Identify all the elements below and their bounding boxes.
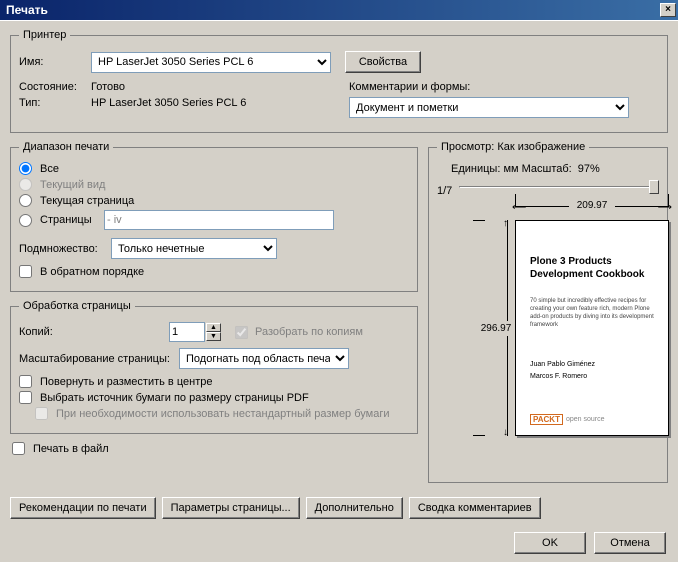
range-pages-radio[interactable] — [19, 214, 32, 227]
preview-units-label: Единицы: мм Масштаб: — [451, 163, 572, 175]
subset-label: Подмножество: — [19, 243, 111, 255]
cancel-button[interactable]: Отмена — [594, 532, 666, 554]
reverse-order-label: В обратном порядке — [40, 266, 144, 278]
preview-slider-track[interactable] — [459, 186, 659, 188]
close-icon[interactable]: × — [660, 3, 676, 17]
preview-legend: Просмотр: Как изображение — [437, 141, 589, 153]
printing-tips-button[interactable]: Рекомендации по печати — [10, 497, 156, 519]
comments-forms-label: Комментарии и формы: — [349, 81, 470, 93]
custom-paper-label: При необходимости использовать нестандар… — [56, 408, 390, 420]
preview-page: Plone 3 Products Development Cookbook 70… — [515, 220, 669, 436]
type-value: HP LaserJet 3050 Series PCL 6 — [91, 97, 246, 109]
preview-author-2: Marcos F. Romero — [530, 371, 654, 383]
range-current-page-label: Текущая страница — [40, 195, 134, 207]
paper-source-label: Выбрать источник бумаги по размеру стран… — [40, 392, 309, 404]
arrow-down-icon: ↓ — [503, 427, 508, 438]
scaling-label: Масштабирование страницы: — [19, 353, 179, 365]
advanced-button[interactable]: Дополнительно — [306, 497, 403, 519]
rotate-center-checkbox[interactable] — [19, 375, 32, 388]
range-all-label: Все — [40, 163, 59, 175]
range-current-page-radio[interactable] — [19, 194, 32, 207]
copies-spin-up-icon[interactable]: ▲ — [206, 323, 221, 332]
preview-open-source: open source — [566, 416, 605, 423]
printer-legend: Принтер — [19, 29, 70, 41]
page-handling-group: Обработка страницы Копий: ▲ ▼ Разобрать … — [10, 300, 418, 434]
preview-doc-title-1: Plone 3 Products — [530, 256, 612, 267]
preview-width: 209.97 — [577, 200, 608, 211]
type-label: Тип: — [19, 97, 91, 109]
preview-doc-title-2: Development Cookbook — [530, 269, 644, 280]
copies-spin-down-icon[interactable]: ▼ — [206, 332, 221, 341]
preview-packt-logo: PACKT — [530, 414, 563, 425]
range-current-view-label: Текущий вид — [40, 179, 105, 191]
scaling-select[interactable]: Подогнать под область печат — [179, 348, 349, 369]
dialog-body: Принтер Имя: HP LaserJet 3050 Series PCL… — [0, 20, 678, 562]
properties-button[interactable]: Свойства — [345, 51, 421, 73]
preview-zoom: 97% — [578, 163, 600, 175]
preview-doc-subtitle: 70 simple but incredibly effective recip… — [530, 297, 654, 329]
print-range-legend: Диапазон печати — [19, 141, 113, 153]
collate-checkbox — [235, 326, 248, 339]
range-pages-input — [104, 210, 334, 230]
status-value: Готово — [91, 81, 125, 93]
printer-name-select[interactable]: HP LaserJet 3050 Series PCL 6 — [91, 52, 331, 73]
preview-group: Просмотр: Как изображение Единицы: мм Ма… — [428, 141, 668, 483]
comments-forms-select[interactable]: Документ и пометки — [349, 97, 629, 118]
preview-author-1: Juan Pablo Giménez — [530, 359, 654, 371]
collate-label: Разобрать по копиям — [255, 326, 363, 338]
range-pages-label: Страницы — [40, 214, 100, 226]
window-title: Печать — [6, 3, 48, 17]
subset-select[interactable]: Только нечетные — [111, 238, 277, 259]
preview-slider-thumb[interactable] — [649, 180, 659, 194]
copies-input[interactable] — [169, 322, 205, 342]
range-current-view-radio — [19, 178, 32, 191]
page-handling-legend: Обработка страницы — [19, 300, 135, 312]
ok-button[interactable]: OK — [514, 532, 586, 554]
preview-frame: ⟵ 209.97 ⟶ ↑ 296.97 ↓ Plone 3 Products — [459, 194, 659, 454]
custom-paper-checkbox — [35, 407, 48, 420]
status-label: Состояние: — [19, 81, 91, 93]
paper-source-checkbox[interactable] — [19, 391, 32, 404]
comments-summary-button[interactable]: Сводка комментариев — [409, 497, 541, 519]
page-setup-button[interactable]: Параметры страницы... — [162, 497, 300, 519]
print-to-file-checkbox[interactable] — [12, 442, 25, 455]
arrow-up-icon: ↑ — [503, 218, 508, 229]
print-range-group: Диапазон печати Все Текущий вид Текущая … — [10, 141, 418, 292]
rotate-center-label: Повернуть и разместить в центре — [40, 376, 212, 388]
arrow-right-icon: ⟶ — [658, 202, 672, 213]
preview-height: 296.97 — [481, 321, 512, 336]
reverse-order-checkbox[interactable] — [19, 265, 32, 278]
range-all-radio[interactable] — [19, 162, 32, 175]
print-to-file-label: Печать в файл — [33, 443, 109, 455]
printer-group: Принтер Имя: HP LaserJet 3050 Series PCL… — [10, 29, 668, 133]
arrow-left-icon: ⟵ — [512, 202, 526, 213]
copies-label: Копий: — [19, 326, 169, 338]
titlebar: Печать × — [0, 0, 678, 20]
printer-name-label: Имя: — [19, 56, 91, 68]
